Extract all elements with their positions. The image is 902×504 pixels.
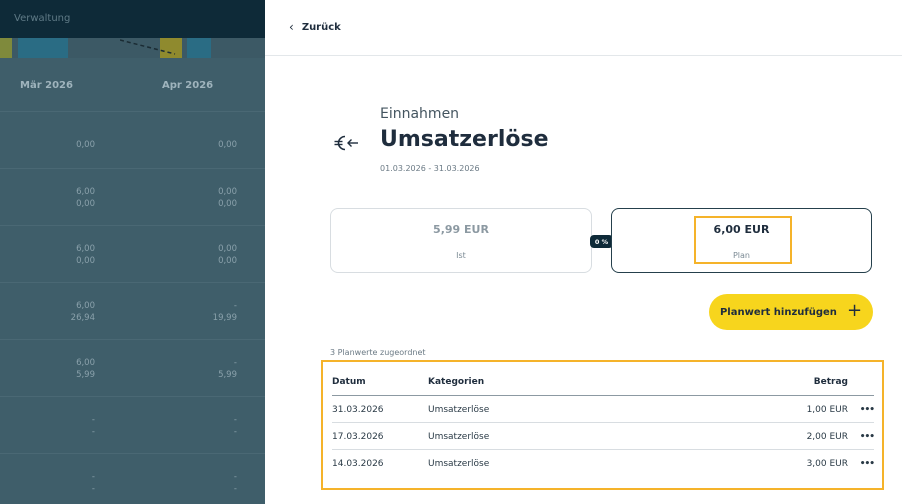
- overview-value: -: [233, 472, 237, 482]
- header-date: Datum: [332, 377, 366, 387]
- overview-value: -: [233, 427, 237, 437]
- assigned-count: 3 Planwerte zugeordnet: [330, 348, 426, 357]
- add-plan-value-button[interactable]: Planwert hinzufügen +: [709, 294, 873, 330]
- row-amount: 1,00 EUR: [806, 405, 848, 415]
- overview-row: 6,00 5,99 - 5,99: [0, 341, 265, 397]
- overview-value: -: [91, 472, 95, 482]
- overview-month-header: Mär 2026 Apr 2026: [0, 70, 265, 112]
- overview-title: Verwaltung: [14, 13, 71, 24]
- row-date: 31.03.2026: [332, 405, 384, 415]
- overview-value: -: [233, 415, 237, 425]
- overview-chart-strip: [0, 38, 265, 58]
- row-category: Umsatzerlöse: [428, 459, 490, 469]
- ist-card: 5,99 EUR Ist: [330, 208, 592, 273]
- table-row: 17.03.2026 Umsatzerlöse 2,00 EUR •••: [332, 423, 875, 450]
- background-overview-panel: Verwaltung Mär 2026 Apr 2026 0,00 0,00 6…: [0, 0, 265, 504]
- overview-value: 0,00: [218, 256, 237, 266]
- overview-value: 26,94: [70, 313, 95, 323]
- more-options-icon[interactable]: •••: [860, 432, 875, 442]
- chart-bar: [187, 38, 211, 58]
- overview-value: 0,00: [76, 256, 95, 266]
- plan-card[interactable]: 6,00 EUR Plan: [611, 208, 872, 273]
- overview-value: -: [233, 358, 237, 368]
- overview-row: 6,00 26,94 - 19,99: [0, 284, 265, 340]
- ist-amount: 5,99 EUR: [433, 223, 489, 236]
- overview-row: 6,00 0,00 0,00 0,00: [0, 170, 265, 226]
- row-category: Umsatzerlöse: [428, 405, 490, 415]
- overview-row: 6,00 0,00 0,00 0,00: [0, 227, 265, 283]
- plan-amount: 6,00 EUR: [713, 223, 770, 236]
- overview-value: -: [91, 427, 95, 437]
- table-row: 14.03.2026 Umsatzerlöse 3,00 EUR •••: [332, 450, 875, 477]
- overview-row: 0,00 0,00: [0, 113, 265, 169]
- overview-value: 6,00: [76, 244, 95, 254]
- more-options-icon[interactable]: •••: [860, 405, 875, 415]
- plus-icon: +: [846, 300, 863, 321]
- table-header: Datum Kategorien Betrag: [332, 369, 874, 396]
- overview-value: 0,00: [218, 187, 237, 197]
- overview-value: 19,99: [212, 313, 237, 323]
- euro-arrow-left-icon: [334, 135, 358, 151]
- detail-panel: ‹ Zurück Einnahmen Umsatzerlöse 01.03.20…: [265, 0, 902, 504]
- overview-value: 0,00: [218, 140, 237, 150]
- detail-topbar: ‹ Zurück: [265, 0, 902, 56]
- ist-label: Ist: [456, 251, 466, 260]
- overview-value: 0,00: [218, 199, 237, 209]
- overview-value: 6,00: [76, 187, 95, 197]
- month-label: Mär 2026: [20, 80, 73, 91]
- table-row: 31.03.2026 Umsatzerlöse 1,00 EUR •••: [332, 396, 875, 423]
- add-plan-value-label: Planwert hinzufügen: [719, 306, 837, 318]
- percentage-badge: 0 %: [590, 235, 613, 248]
- overview-value: -: [233, 484, 237, 494]
- header-category: Kategorien: [428, 377, 485, 387]
- row-amount: 2,00 EUR: [806, 432, 848, 442]
- overview-value: 6,00: [76, 358, 95, 368]
- chart-bar: [0, 38, 12, 58]
- overview-value: 5,99: [76, 370, 95, 380]
- overview-value: 0,00: [76, 140, 95, 150]
- overview-value: 0,00: [76, 199, 95, 209]
- back-button[interactable]: ‹ Zurück: [289, 20, 341, 34]
- overview-row: - - - -: [0, 455, 265, 504]
- overview-value: 0,00: [218, 244, 237, 254]
- chart-trend-line: [120, 39, 176, 55]
- overview-value: 6,00: [76, 301, 95, 311]
- page-title: Umsatzerlöse: [380, 127, 549, 152]
- plan-values-table: Datum Kategorien Betrag 31.03.2026 Umsat…: [321, 360, 884, 490]
- overview-row: - - - -: [0, 398, 265, 454]
- plan-label: Plan: [732, 251, 751, 260]
- overview-value: -: [91, 415, 95, 425]
- row-date: 14.03.2026: [332, 459, 384, 469]
- month-label: Apr 2026: [162, 80, 214, 91]
- more-options-icon[interactable]: •••: [860, 459, 875, 469]
- date-range: 01.03.2026 - 31.03.2026: [380, 164, 480, 173]
- chevron-left-icon: ‹: [289, 20, 294, 34]
- row-date: 17.03.2026: [332, 432, 384, 442]
- overview-value: 5,99: [218, 370, 237, 380]
- overview-value: -: [233, 301, 237, 311]
- row-category: Umsatzerlöse: [428, 432, 490, 442]
- overview-value: -: [91, 484, 95, 494]
- back-label: Zurück: [301, 21, 341, 33]
- category-type-label: Einnahmen: [380, 106, 460, 122]
- header-amount: Betrag: [813, 377, 848, 387]
- row-amount: 3,00 EUR: [806, 459, 848, 469]
- overview-topbar: Verwaltung: [0, 0, 265, 38]
- chart-bar: [18, 38, 68, 58]
